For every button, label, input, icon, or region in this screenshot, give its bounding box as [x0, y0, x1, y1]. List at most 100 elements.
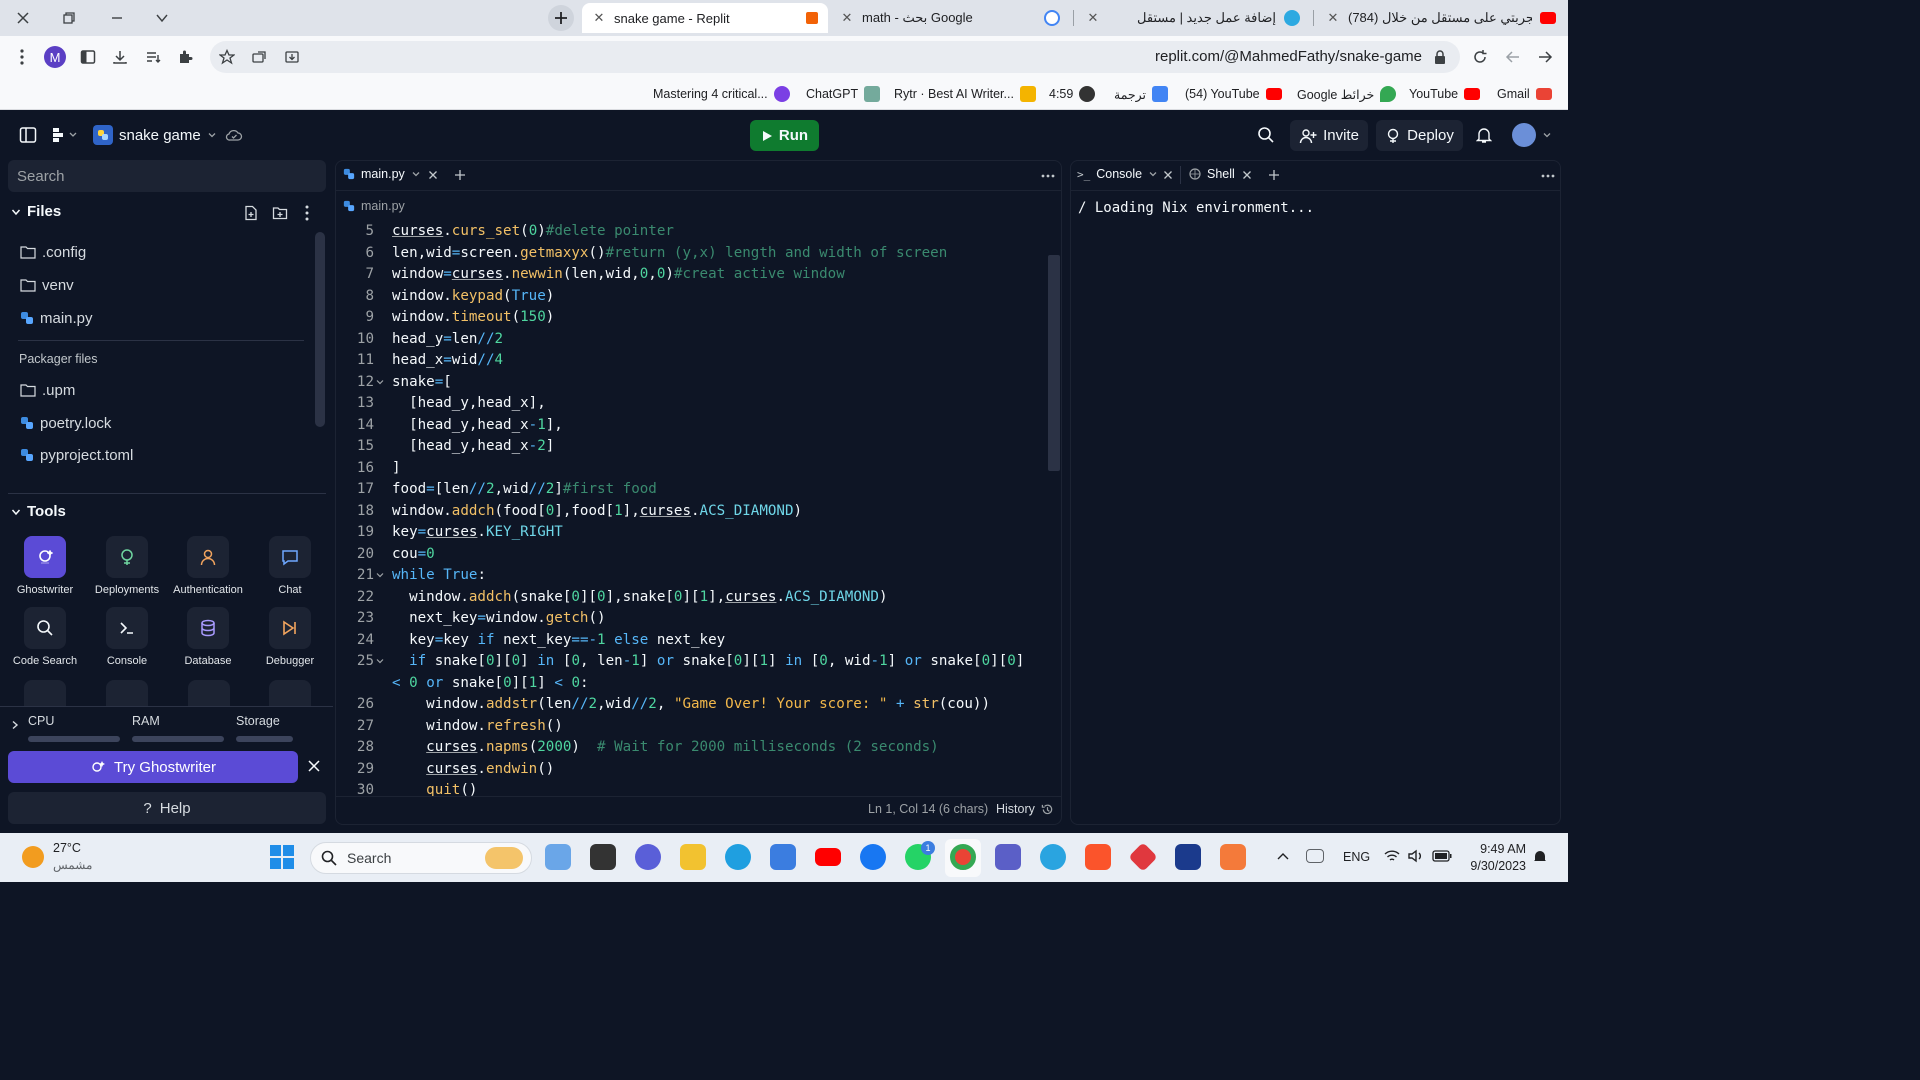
code-line[interactable]: curses.napms(2000) # Wait for 2000 milli… — [392, 737, 939, 759]
tool-ghostwriter[interactable]: Ghostwriter — [5, 536, 85, 596]
lock-icon[interactable] — [1428, 45, 1452, 69]
bookmark-item[interactable]: Google خرائط — [1297, 84, 1397, 104]
code-line[interactable]: next_key=window.getch() — [392, 608, 606, 630]
code-line[interactable]: while True: — [392, 565, 486, 587]
new-folder-icon[interactable] — [272, 205, 288, 221]
teams-icon[interactable] — [995, 844, 1021, 870]
new-tab-icon[interactable] — [454, 169, 466, 181]
new-file-icon[interactable] — [243, 205, 259, 221]
bell-icon[interactable] — [1476, 126, 1492, 144]
code-line[interactable]: window.refresh() — [392, 716, 563, 738]
wifi-icon[interactable] — [1384, 849, 1400, 863]
tab-search-icon[interactable] — [150, 6, 174, 30]
cursor-position[interactable]: Ln 1, Col 14 (6 chars) — [868, 802, 988, 816]
code-line[interactable]: snake=[ — [392, 372, 452, 394]
tool-partial[interactable] — [24, 680, 66, 706]
invite-button[interactable]: Invite — [1290, 120, 1368, 151]
bookmark-item[interactable]: Gmail — [1497, 84, 1552, 104]
forward-icon[interactable] — [1501, 45, 1525, 69]
file-item[interactable]: .upm — [20, 378, 75, 402]
editor-more-icon[interactable] — [1041, 174, 1055, 178]
tool-chat[interactable]: Chat — [250, 536, 330, 596]
url-text[interactable]: replit.com/@MahmedFathy/snake-game — [1155, 48, 1422, 65]
tool-debugger[interactable]: Debugger — [250, 607, 330, 667]
bookmark-item[interactable]: Mastering 4 critical... — [653, 84, 790, 104]
browser-tab-replit[interactable]: ✕ snake game - Replit — [582, 3, 828, 33]
console-tab[interactable]: >_ Console — [1077, 167, 1158, 181]
editor-scrollbar[interactable] — [1048, 255, 1060, 471]
code-line[interactable]: window.addch(food[0],food[1],curses.ACS_… — [392, 501, 802, 523]
file-explorer-icon[interactable] — [680, 844, 706, 870]
repl-name-dropdown[interactable]: snake game — [93, 125, 217, 145]
tool-database[interactable]: Database — [168, 607, 248, 667]
browser-tab-youtube[interactable]: ✕ (784) تجربتي على مستقل من خلال — [1316, 3, 1566, 33]
close-tab-icon[interactable] — [1163, 170, 1173, 180]
download-icon[interactable] — [108, 45, 132, 69]
tools-section-header[interactable]: Tools — [11, 503, 66, 520]
shell-tab[interactable]: Shell — [1189, 167, 1235, 181]
edge-icon[interactable] — [725, 844, 751, 870]
app-icon[interactable] — [1220, 844, 1246, 870]
close-tab-icon[interactable] — [428, 170, 438, 180]
tool-console[interactable]: Console — [87, 607, 167, 667]
bookmark-item[interactable]: ترجمة — [1114, 84, 1169, 104]
user-avatar[interactable] — [1512, 123, 1552, 147]
browser-tab-mostaql[interactable]: ✕ إضافة عمل جديد | مستقل — [1076, 3, 1310, 33]
deploy-button[interactable]: Deploy — [1376, 120, 1463, 151]
tool-code-search[interactable]: Code Search — [5, 607, 85, 667]
facebook-icon[interactable] — [860, 844, 886, 870]
try-ghostwriter-button[interactable]: Try Ghostwriter — [8, 751, 298, 783]
bookmark-item[interactable]: YouTube — [1409, 84, 1481, 104]
file-search-input[interactable]: Search — [8, 160, 326, 192]
close-window-icon[interactable] — [11, 6, 35, 30]
bell-icon[interactable] — [1533, 849, 1547, 865]
close-tab-icon[interactable] — [1242, 170, 1252, 180]
file-item[interactable]: pyproject.toml — [20, 443, 133, 467]
chevron-right-icon[interactable] — [10, 720, 20, 730]
code-line[interactable]: len,wid=screen.getmaxyx()#return (y,x) l… — [392, 243, 947, 265]
tool-authentication[interactable]: Authentication — [168, 536, 248, 596]
files-more-icon[interactable] — [305, 205, 309, 221]
taskbar-app-icon[interactable] — [590, 844, 616, 870]
code-line[interactable]: window=curses.newwin(len,wid,0,0)#creat … — [392, 264, 845, 286]
code-line[interactable]: curses.curs_set(0)#delete pointer — [392, 221, 674, 243]
reading-list-icon[interactable] — [141, 45, 165, 69]
files-scrollbar[interactable] — [315, 232, 325, 427]
telegram-icon[interactable] — [1040, 844, 1066, 870]
youtube-icon[interactable] — [815, 848, 841, 866]
profile-avatar[interactable]: M — [44, 46, 66, 68]
bookmark-item[interactable]: ChatGPT — [806, 84, 881, 104]
minimize-window-icon[interactable] — [105, 6, 129, 30]
code-line[interactable]: [head_y,head_x-1], — [392, 415, 563, 437]
language-indicator[interactable]: ENG — [1343, 850, 1370, 864]
file-item[interactable]: .config — [20, 240, 86, 264]
close-tab-icon[interactable]: ✕ — [592, 10, 606, 26]
cloud-icon[interactable] — [1306, 849, 1324, 863]
toggle-sidebar-icon[interactable] — [19, 126, 37, 144]
code-line[interactable]: [head_y,head_x], — [392, 393, 546, 415]
close-tab-icon[interactable]: ✕ — [1326, 10, 1340, 26]
bookmark-item[interactable]: (54) YouTube — [1185, 84, 1282, 104]
close-tab-icon[interactable]: ✕ — [840, 10, 854, 26]
console-more-icon[interactable] — [1541, 174, 1555, 178]
weather-sun-icon[interactable] — [22, 846, 44, 868]
code-line[interactable]: key=curses.KEY_RIGHT — [392, 522, 563, 544]
browser-tab-google[interactable]: ✕ math - بحث Google — [830, 3, 1070, 33]
fold-chevron-icon[interactable] — [375, 570, 385, 580]
code-line[interactable]: window.timeout(150) — [392, 307, 554, 329]
code-line[interactable]: key=key if next_key==-1 else next_key — [392, 630, 725, 652]
close-tab-icon[interactable]: ✕ — [1086, 10, 1100, 26]
code-line[interactable]: curses.endwin() — [392, 759, 554, 781]
code-line[interactable]: food=[len//2,wid//2]#first food — [392, 479, 657, 501]
help-button[interactable]: ? Help — [8, 792, 326, 824]
code-line[interactable]: < 0 or snake[0][1] < 0: — [392, 673, 589, 695]
code-line[interactable]: window.addstr(len//2,wid//2, "Game Over!… — [392, 694, 990, 716]
extensions-icon[interactable] — [173, 45, 197, 69]
history-button[interactable]: History — [996, 802, 1054, 816]
chrome-icon[interactable] — [950, 844, 976, 870]
restore-window-icon[interactable] — [57, 6, 81, 30]
new-tab-icon[interactable] — [548, 5, 574, 31]
search-icon[interactable] — [1257, 126, 1275, 144]
code-area[interactable]: 5 curses.curs_set(0)#delete pointer 6 len,w… — [336, 221, 1046, 796]
taskbar-app-icon[interactable] — [545, 844, 571, 870]
